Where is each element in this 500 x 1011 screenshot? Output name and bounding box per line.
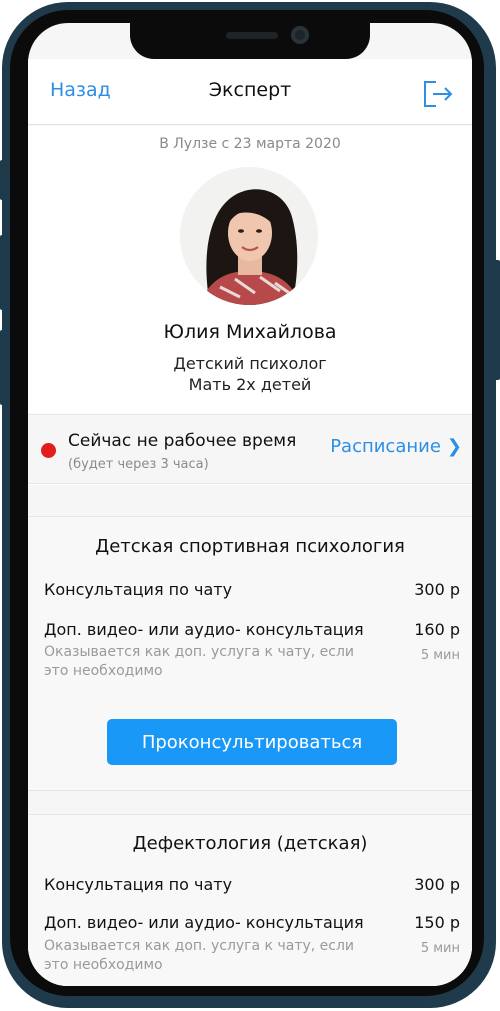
page-title: Эксперт — [208, 79, 292, 101]
chat-consultation-price: 300 р — [414, 580, 460, 599]
working-status: Сейчас не рабочее время (будет через 3 ч… — [28, 414, 472, 484]
extra-consultation-duration: 5 мин — [420, 648, 460, 663]
member-since: В Лулзе с 23 марта 2020 — [159, 136, 341, 152]
service-card: Детская спортивная психология Консультац… — [28, 516, 472, 791]
volume-down-button — [0, 330, 6, 405]
service-title: Дефектология (детская) — [132, 833, 368, 854]
consult-button[interactable]: Проконсультироваться — [107, 719, 397, 765]
section-gap — [28, 791, 472, 815]
mute-switch — [0, 160, 6, 200]
extra-consultation-label: Доп. видео- или аудио- консультация — [44, 620, 364, 639]
extra-consultation-price: 150 р — [414, 913, 460, 932]
expert-name: Юлия Михайлова — [163, 321, 337, 343]
extra-consultation-duration: 5 мин — [420, 941, 460, 956]
navbar: Назад Эксперт — [28, 59, 472, 125]
avatar — [180, 167, 318, 305]
extra-consultation-price: 160 р — [414, 620, 460, 639]
expert-role-extra: Мать 2х детей — [188, 375, 312, 394]
chat-consultation-price: 300 р — [414, 875, 460, 894]
chevron-right-icon: ❯ — [446, 436, 462, 457]
offline-dot-icon — [41, 443, 56, 458]
extra-consultation-note: Оказывается как доп. услуга к чату, если… — [44, 938, 355, 973]
front-camera — [291, 26, 309, 44]
section-gap — [28, 485, 472, 517]
expert-role: Детский психолог — [173, 354, 327, 373]
service-card: Дефектология (детская) Консультация по ч… — [28, 814, 472, 986]
notch — [130, 23, 370, 59]
extra-consultation-note: Оказывается как доп. услуга к чату, если… — [44, 644, 355, 679]
service-title: Детская спортивная психология — [95, 536, 405, 557]
schedule-link[interactable]: Расписание ❯ — [330, 436, 462, 457]
schedule-label: Расписание — [330, 436, 441, 457]
status-subtext: (будет через 3 часа) — [68, 457, 209, 472]
screen: Назад Эксперт В Лулзе с 23 марта 2020 Юл… — [28, 23, 472, 986]
chat-consultation-label: Консультация по чату — [44, 580, 233, 599]
volume-up-button — [0, 235, 6, 310]
expert-content: В Лулзе с 23 марта 2020 Юлия Михайлова Д… — [28, 126, 472, 986]
extra-consultation-label: Доп. видео- или аудио- консультация — [44, 913, 364, 932]
power-button — [494, 260, 500, 380]
logout-icon[interactable] — [422, 77, 454, 109]
chat-consultation-label: Консультация по чату — [44, 875, 233, 894]
earpiece-speaker — [226, 32, 278, 39]
status-text: Сейчас не рабочее время — [68, 431, 297, 451]
